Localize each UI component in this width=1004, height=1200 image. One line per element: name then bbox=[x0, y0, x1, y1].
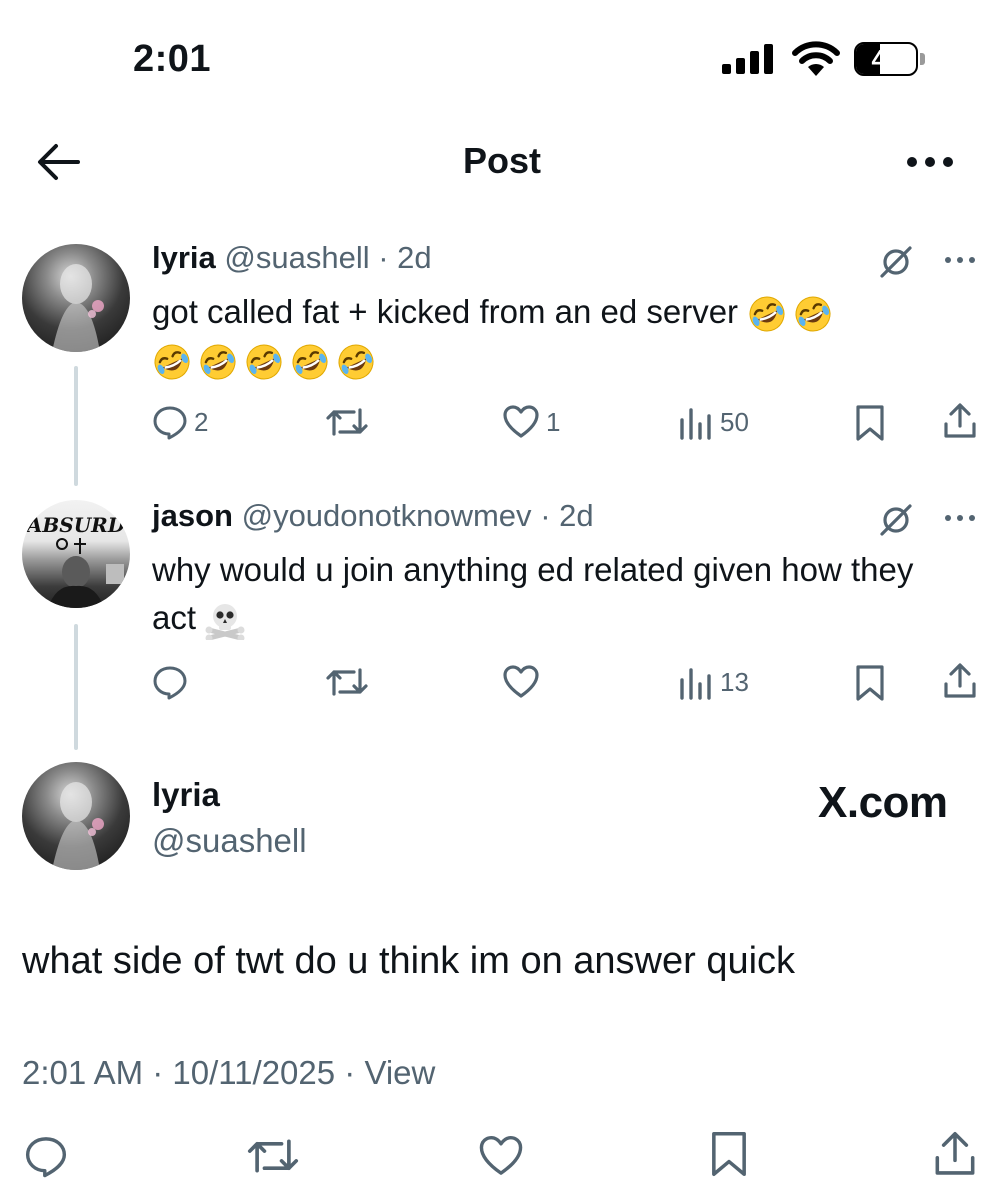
rolling-on-floor-laughing-emoji bbox=[154, 344, 190, 380]
share-icon[interactable] bbox=[942, 402, 978, 440]
avatar-jason[interactable]: ABSURD bbox=[22, 500, 130, 608]
share-icon[interactable] bbox=[932, 1130, 978, 1178]
like-count: 1 bbox=[546, 406, 561, 437]
main-post-text: what side of twt do u think im on answer… bbox=[22, 940, 796, 982]
avatar-lyria[interactable] bbox=[22, 244, 130, 352]
grok-icon[interactable] bbox=[878, 244, 914, 280]
thread-connector bbox=[74, 624, 78, 750]
main-author-handle[interactable]: @suashell bbox=[152, 822, 307, 860]
wifi-icon bbox=[792, 40, 840, 76]
views-button[interactable]: 13 bbox=[678, 664, 749, 700]
rolling-on-floor-laughing-emoji bbox=[795, 296, 831, 332]
views-button[interactable]: 50 bbox=[678, 404, 749, 440]
rolling-on-floor-laughing-emoji bbox=[338, 344, 374, 380]
author-handle[interactable]: @suashell bbox=[224, 240, 369, 275]
xcom-watermark: X.com bbox=[818, 778, 948, 827]
share-icon[interactable] bbox=[942, 662, 978, 700]
reply-icon[interactable] bbox=[22, 1134, 70, 1178]
like-button[interactable]: 1 bbox=[502, 404, 560, 440]
like-button[interactable] bbox=[502, 664, 546, 700]
avatar-lyria-main[interactable] bbox=[22, 762, 130, 870]
main-author-name[interactable]: lyria bbox=[152, 776, 220, 814]
rolling-on-floor-laughing-emoji bbox=[292, 344, 328, 380]
post-text-body: why would u join anything ed related giv… bbox=[152, 551, 914, 636]
skull-and-crossbones-emoji bbox=[205, 600, 245, 641]
post-timestamp[interactable]: 2:01 AM · 10/11/2025 · View bbox=[22, 1054, 435, 1092]
post-header: lyria @suashell · 2d bbox=[152, 240, 432, 276]
cellular-signal-icon bbox=[722, 44, 776, 74]
battery-level-text: 40 bbox=[871, 44, 901, 74]
rolling-on-floor-laughing-emoji bbox=[246, 344, 282, 380]
repost-button[interactable] bbox=[326, 664, 374, 700]
rolling-on-floor-laughing-emoji bbox=[749, 296, 785, 332]
emoji-group bbox=[152, 342, 376, 382]
author-handle[interactable]: @youdonotknowmev bbox=[242, 498, 532, 533]
emoji-group bbox=[747, 294, 833, 334]
post-text: why would u join anything ed related giv… bbox=[152, 546, 952, 642]
post-more-icon[interactable] bbox=[944, 512, 976, 524]
post-more-icon[interactable] bbox=[944, 254, 976, 266]
battery-icon: 40 bbox=[854, 42, 928, 78]
author-name[interactable]: lyria bbox=[152, 240, 216, 275]
post-age: · 2d bbox=[378, 240, 432, 275]
repost-button[interactable] bbox=[326, 404, 374, 440]
post-text-body: got called fat + kicked from an ed serve… bbox=[152, 293, 739, 330]
post-age: · 2d bbox=[540, 498, 594, 533]
page-title: Post bbox=[462, 140, 541, 181]
bookmark-icon[interactable] bbox=[708, 1130, 750, 1178]
bookmark-icon[interactable] bbox=[854, 404, 886, 442]
more-options-icon[interactable] bbox=[906, 152, 954, 172]
post-header: jason @youdonotknowmev · 2d bbox=[152, 498, 594, 534]
reply-button[interactable]: 2 bbox=[152, 404, 208, 440]
reply-button[interactable] bbox=[152, 664, 194, 700]
repost-icon[interactable] bbox=[246, 1134, 300, 1178]
author-name[interactable]: jason bbox=[152, 498, 233, 533]
status-time: 2:01 bbox=[133, 38, 212, 80]
post-text: got called fat + kicked from an ed serve… bbox=[152, 288, 952, 384]
thread-connector bbox=[74, 366, 78, 486]
like-icon[interactable] bbox=[476, 1134, 526, 1178]
view-count: 13 bbox=[720, 666, 749, 697]
bookmark-icon[interactable] bbox=[854, 664, 886, 702]
rolling-on-floor-laughing-emoji bbox=[200, 344, 236, 380]
reply-count: 2 bbox=[194, 406, 209, 437]
grok-icon[interactable] bbox=[878, 502, 914, 538]
view-count: 50 bbox=[720, 406, 749, 437]
avatar-logo-text: ABSURD bbox=[25, 513, 126, 537]
